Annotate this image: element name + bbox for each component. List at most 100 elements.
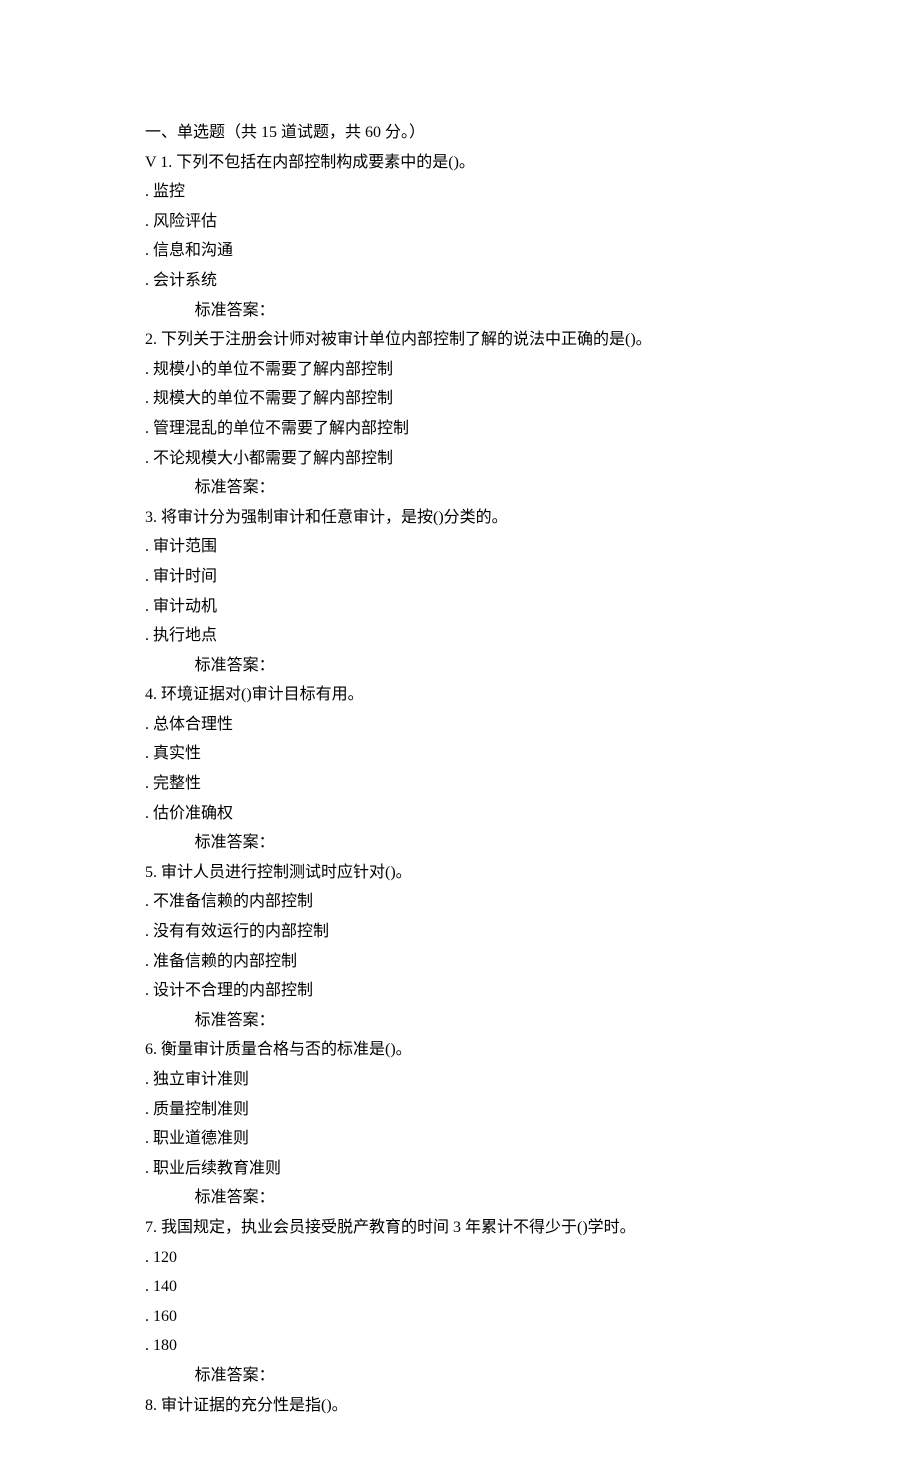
question-option: . 独立审计准则 (145, 1065, 800, 1095)
standard-answer-label: 标准答案： (145, 1006, 800, 1036)
option-marker: . (145, 420, 153, 437)
option-text: 风险评估 (153, 213, 217, 230)
question-option: . 120 (145, 1243, 800, 1273)
option-text: 真实性 (153, 745, 201, 762)
question-text: 下列不包括在内部控制构成要素中的是()。 (176, 154, 475, 171)
question-option: . 职业道德准则 (145, 1124, 800, 1154)
standard-answer-label: 标准答案： (145, 828, 800, 858)
question-option: . 规模小的单位不需要了解内部控制 (145, 355, 800, 385)
option-text: 规模大的单位不需要了解内部控制 (153, 390, 393, 407)
question-option: . 管理混乱的单位不需要了解内部控制 (145, 414, 800, 444)
option-marker: . (145, 923, 153, 940)
option-text: 质量控制准则 (153, 1101, 249, 1118)
question-number: 6. (145, 1041, 157, 1058)
question-stem: 2. 下列关于注册会计师对被审计单位内部控制了解的说法中正确的是()。 (145, 325, 800, 355)
option-text: 没有有效运行的内部控制 (153, 923, 329, 940)
section-header: 一、单选题（共 15 道试题，共 60 分。） (145, 118, 800, 148)
question-option: . 风险评估 (145, 207, 800, 237)
option-text: 设计不合理的内部控制 (153, 982, 313, 999)
question-number: 8. (145, 1397, 157, 1414)
option-marker: . (145, 242, 153, 259)
option-marker: . (145, 568, 153, 585)
option-text: 不准备信赖的内部控制 (153, 893, 313, 910)
question-text: 环境证据对()审计目标有用。 (161, 686, 364, 703)
option-text: 准备信赖的内部控制 (153, 953, 297, 970)
option-marker: . (145, 361, 153, 378)
option-text: 审计范围 (153, 538, 217, 555)
option-marker: . (145, 1071, 153, 1088)
question-option: . 140 (145, 1272, 800, 1302)
option-marker: . (145, 538, 153, 555)
question-option: . 职业后续教育准则 (145, 1154, 800, 1184)
option-text: 不论规模大小都需要了解内部控制 (153, 450, 393, 467)
option-text: 180 (153, 1337, 177, 1354)
option-marker: . (145, 982, 153, 999)
option-text: 信息和沟通 (153, 242, 233, 259)
question-option: . 准备信赖的内部控制 (145, 947, 800, 977)
option-marker: . (145, 716, 153, 733)
question-stem: 6. 衡量审计质量合格与否的标准是()。 (145, 1035, 800, 1065)
question-option: . 总体合理性 (145, 710, 800, 740)
question-text: 审计人员进行控制测试时应针对()。 (161, 864, 412, 881)
option-text: 独立审计准则 (153, 1071, 249, 1088)
question-option: . 监控 (145, 177, 800, 207)
option-marker: . (145, 1278, 153, 1295)
option-marker: . (145, 745, 153, 762)
question-option: . 160 (145, 1302, 800, 1332)
question-list: V 1. 下列不包括在内部控制构成要素中的是()。. 监控. 风险评估. 信息和… (145, 148, 800, 1421)
option-text: 职业后续教育准则 (153, 1160, 281, 1177)
question-text: 审计证据的充分性是指()。 (161, 1397, 348, 1414)
option-text: 管理混乱的单位不需要了解内部控制 (153, 420, 409, 437)
option-text: 监控 (153, 183, 185, 200)
question-option: . 估价准确权 (145, 799, 800, 829)
option-marker: . (145, 213, 153, 230)
standard-answer-label: 标准答案： (145, 296, 800, 326)
question-option: . 质量控制准则 (145, 1095, 800, 1125)
option-text: 140 (153, 1278, 177, 1295)
standard-answer-label: 标准答案： (145, 1361, 800, 1391)
option-text: 120 (153, 1249, 177, 1266)
question-option: . 设计不合理的内部控制 (145, 976, 800, 1006)
question-stem: V 1. 下列不包括在内部控制构成要素中的是()。 (145, 148, 800, 178)
question-option: . 180 (145, 1331, 800, 1361)
question-number: 4. (145, 686, 157, 703)
option-marker: . (145, 1101, 153, 1118)
question-text: 将审计分为强制审计和任意审计，是按()分类的。 (161, 509, 508, 526)
option-marker: . (145, 775, 153, 792)
question-number: 7. (145, 1219, 157, 1236)
option-marker: . (145, 450, 153, 467)
question-option: . 信息和沟通 (145, 236, 800, 266)
question-option: . 真实性 (145, 739, 800, 769)
option-marker: . (145, 953, 153, 970)
option-marker: . (145, 1337, 153, 1354)
question-option: . 完整性 (145, 769, 800, 799)
option-text: 规模小的单位不需要了解内部控制 (153, 361, 393, 378)
option-text: 估价准确权 (153, 805, 233, 822)
option-marker: . (145, 627, 153, 644)
option-text: 职业道德准则 (153, 1130, 249, 1147)
question-option: . 审计动机 (145, 592, 800, 622)
option-marker: . (145, 1308, 153, 1325)
option-marker: . (145, 1160, 153, 1177)
question-stem: 7. 我国规定，执业会员接受脱产教育的时间 3 年累计不得少于()学时。 (145, 1213, 800, 1243)
option-text: 会计系统 (153, 272, 217, 289)
question-option: . 会计系统 (145, 266, 800, 296)
question-number: 3. (145, 509, 157, 526)
question-option: . 执行地点 (145, 621, 800, 651)
question-text: 我国规定，执业会员接受脱产教育的时间 3 年累计不得少于()学时。 (161, 1219, 636, 1236)
option-marker: . (145, 272, 153, 289)
option-marker: . (145, 183, 153, 200)
question-option: . 审计时间 (145, 562, 800, 592)
question-option: . 不准备信赖的内部控制 (145, 887, 800, 917)
question-text: 下列关于注册会计师对被审计单位内部控制了解的说法中正确的是()。 (161, 331, 652, 348)
standard-answer-label: 标准答案： (145, 473, 800, 503)
question-stem: 3. 将审计分为强制审计和任意审计，是按()分类的。 (145, 503, 800, 533)
option-marker: . (145, 805, 153, 822)
option-text: 审计动机 (153, 598, 217, 615)
option-marker: . (145, 1130, 153, 1147)
standard-answer-label: 标准答案： (145, 1183, 800, 1213)
option-text: 160 (153, 1308, 177, 1325)
question-stem: 4. 环境证据对()审计目标有用。 (145, 680, 800, 710)
question-option: . 审计范围 (145, 532, 800, 562)
question-number: 5. (145, 864, 157, 881)
